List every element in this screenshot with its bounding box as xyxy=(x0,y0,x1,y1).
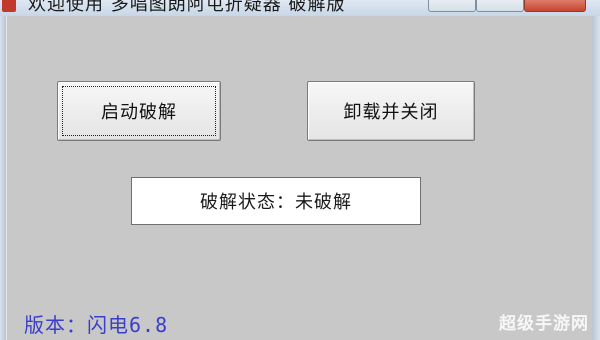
maximize-button[interactable] xyxy=(476,0,524,12)
app-icon xyxy=(2,0,16,12)
status-text: 破解状态：未破解 xyxy=(200,192,352,213)
minimize-button[interactable] xyxy=(428,0,476,12)
title-bar: 欢迎使用 多唱图朗阿屯折疑器 破解版 xyxy=(0,0,600,16)
start-crack-label: 启动破解 xyxy=(101,102,177,123)
site-watermark: 超级手游网 xyxy=(499,314,589,334)
unload-close-button[interactable]: 卸载并关闭 xyxy=(307,81,475,141)
version-prefix: 版本：闪电 xyxy=(24,313,129,337)
status-box: 破解状态：未破解 xyxy=(131,177,421,225)
version-number: 6.8 xyxy=(129,313,169,337)
unload-close-label: 卸载并关闭 xyxy=(343,102,439,123)
start-crack-button[interactable]: 启动破解 xyxy=(57,81,221,141)
version-label: 版本：闪电6.8 xyxy=(24,309,168,338)
window-frame-right xyxy=(592,16,600,340)
window-title: 欢迎使用 多唱图朗阿屯折疑器 破解版 xyxy=(28,0,346,15)
close-button[interactable] xyxy=(524,0,586,12)
